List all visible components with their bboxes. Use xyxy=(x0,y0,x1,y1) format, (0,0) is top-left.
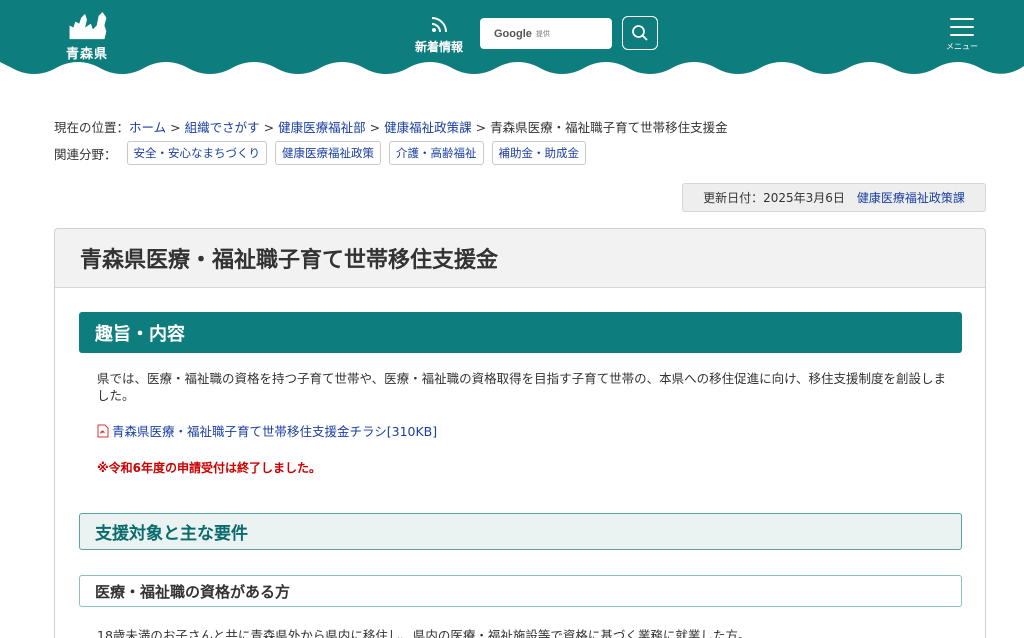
search-icon xyxy=(632,25,648,41)
page-title-bar: 青森県医療・福祉職子育て世帯移住支援金 xyxy=(55,229,985,288)
updated-date: 更新日付：2025年3月6日 xyxy=(703,191,845,205)
menu-button[interactable]: メニュー xyxy=(944,18,980,58)
google-brand: Google xyxy=(494,27,532,40)
related-tag-safety[interactable]: 安全・安心なまちづくり xyxy=(126,141,268,165)
breadcrumb-prefix: 現在の位置： xyxy=(54,120,130,135)
menu-label: メニュー xyxy=(946,42,978,51)
page-title: 青森県医療・福祉職子育て世帯移住支援金 xyxy=(80,248,499,273)
related-fields: 関連分野： 安全・安心なまちづくり 健康医療福祉政策 介護・高齢福祉 補助金・助… xyxy=(54,141,594,165)
google-brand-sub: 提供 xyxy=(535,29,550,38)
search-button[interactable] xyxy=(622,16,658,50)
updated-dept-link[interactable]: 健康医療福祉政策課 xyxy=(857,189,965,206)
section-qualified-text: 18歳未満のお子さんと共に青森県外から県内に移住し、県内の医療・福祉施設等で資格… xyxy=(97,628,751,638)
section-heading-eligibility: 支援対象と主な要件 xyxy=(79,513,962,550)
logo-text: 青森県 xyxy=(65,47,108,62)
section-heading-qualified: 医療・福祉職の資格がある方 xyxy=(79,575,962,607)
main-content: 青森県医療・福祉職子育て世帯移住支援金 趣旨・内容 県では、医療・福祉職の資格を… xyxy=(54,228,986,638)
pdf-icon xyxy=(97,424,109,437)
search-input[interactable]: Google 提供 xyxy=(480,18,612,49)
pdf-flyer-link[interactable]: 青森県医療・福祉職子育て世帯移住支援金チラシ[310KB] xyxy=(97,421,437,440)
section-purpose-text: 県では、医療・福祉職の資格を持つ子育て世帯や、医療・福祉職の資格取得を目指す子育… xyxy=(97,371,947,403)
news-button[interactable]: 新着情報 xyxy=(408,16,470,60)
pdf-link-label: 青森県医療・福祉職子育て世帯移住支援金チラシ[310KB] xyxy=(112,424,438,439)
related-tag-subsidy[interactable]: 補助金・助成金 xyxy=(491,141,587,165)
breadcrumb: 現在の位置：ホーム > 組織でさがす > 健康医療福祉部 > 健康福祉政策課 > 青森県医療・福… xyxy=(54,120,728,135)
related-label: 関連分野： xyxy=(54,146,117,162)
breadcrumb-section[interactable]: 健康福祉政策課 xyxy=(384,120,472,135)
rss-icon xyxy=(431,17,447,33)
updated-info: 更新日付：2025年3月6日 健康医療福祉政策課 xyxy=(682,183,986,212)
hamburger-icon xyxy=(950,18,974,36)
application-closed-notice: ※令和6年度の申請受付は終了しました。 xyxy=(97,461,322,475)
aomori-map-icon xyxy=(69,11,107,40)
site-header: 青森県 新着情報 Google 提供 メニュー xyxy=(0,0,1024,84)
breadcrumb-dept[interactable]: 健康医療福祉部 xyxy=(278,120,366,135)
breadcrumb-home[interactable]: ホーム xyxy=(129,120,166,135)
related-tag-health-policy[interactable]: 健康医療福祉政策 xyxy=(275,141,382,165)
breadcrumb-current: 青森県医療・福祉職子育て世帯移住支援金 xyxy=(490,120,728,135)
breadcrumb-org[interactable]: 組織でさがす xyxy=(185,120,260,135)
news-label: 新着情報 xyxy=(414,40,463,54)
related-tag-elderly-care[interactable]: 介護・高齢福祉 xyxy=(389,141,484,165)
section-heading-purpose: 趣旨・内容 xyxy=(79,312,962,353)
site-logo[interactable]: 青森県 xyxy=(58,10,116,62)
